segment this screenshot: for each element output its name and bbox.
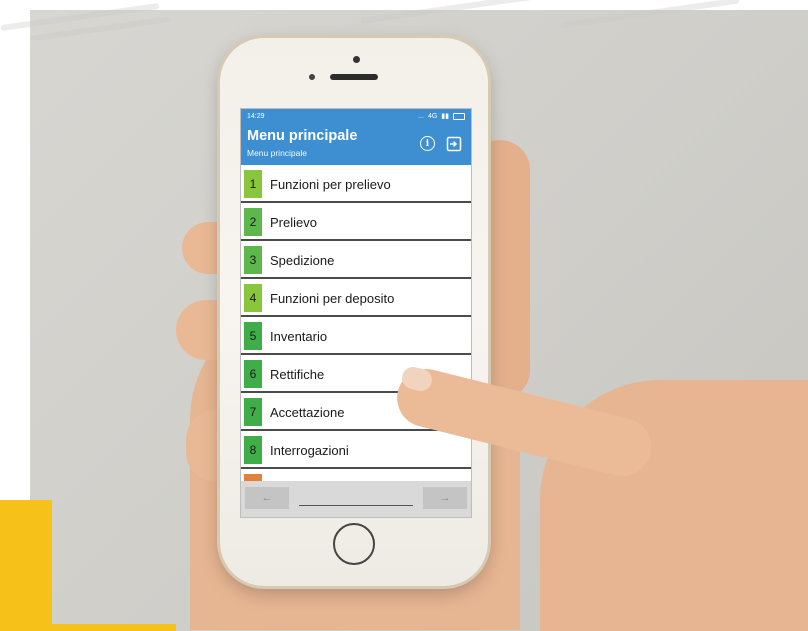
menu-item-label: Rettifiche [270,366,325,382]
battery-icon: 85 [453,112,465,120]
proximity-sensor [309,74,315,80]
menu-item-label: Funzioni per deposito [270,290,395,306]
status-bar: 14:29 ... 4G ▮▮ 85 [241,109,471,123]
menu-item-number: 8 [244,436,262,464]
earpiece-speaker [330,74,378,80]
info-icon[interactable]: i [420,136,435,151]
exit-icon[interactable] [446,136,462,152]
menu-item-4[interactable]: 4 Funzioni per deposito [241,281,471,317]
menu-item-8[interactable]: 8 Interrogazioni [241,433,471,469]
menu-item-number: 3 [244,246,262,274]
home-button[interactable] [333,523,375,565]
phone-screen: 14:29 ... 4G ▮▮ 85 Menu principale Menu … [240,108,472,518]
page-subtitle: Menu principale [247,148,308,158]
main-menu: 1 Funzioni per prelievo 2 Prelievo 3 Spe… [241,165,471,507]
app-bar: Menu principale Menu principale i [241,123,471,165]
decorative-stripes [0,0,808,40]
status-dots: ... [418,112,424,120]
next-button[interactable]: → [423,487,467,509]
menu-item-number: 6 [244,360,262,388]
status-time: 14:29 [247,112,265,120]
accent-block [0,500,52,631]
bottom-nav-bar: ← → [241,481,471,517]
page-title: Menu principale [247,128,358,144]
menu-item-label: Funzioni per prelievo [270,176,391,192]
status-icons: ... 4G ▮▮ 85 [418,112,465,120]
menu-item-2[interactable]: 2 Prelievo [241,205,471,241]
menu-item-label: Prelievo [270,214,317,230]
signal-icon: ▮▮ [441,113,449,120]
menu-item-label: Interrogazioni [270,442,349,458]
menu-item-label: Accettazione [270,404,345,420]
menu-item-number: 1 [244,170,262,198]
menu-item-number: 5 [244,322,262,350]
prev-button[interactable]: ← [245,487,289,509]
menu-item-number: 2 [244,208,262,236]
menu-item-number: 4 [244,284,262,312]
page-indicator-line [299,505,413,506]
front-camera [353,56,360,63]
accent-line [52,624,176,631]
menu-item-label: Spedizione [270,252,335,268]
menu-item-label: Inventario [270,328,328,344]
menu-item-number: 7 [244,398,262,426]
menu-item-5[interactable]: 5 Inventario [241,319,471,355]
menu-item-1[interactable]: 1 Funzioni per prelievo [241,167,471,203]
menu-item-3[interactable]: 3 Spedizione [241,243,471,279]
network-icon: 4G [427,112,438,120]
phone: 14:29 ... 4G ▮▮ 85 Menu principale Menu … [220,38,488,586]
